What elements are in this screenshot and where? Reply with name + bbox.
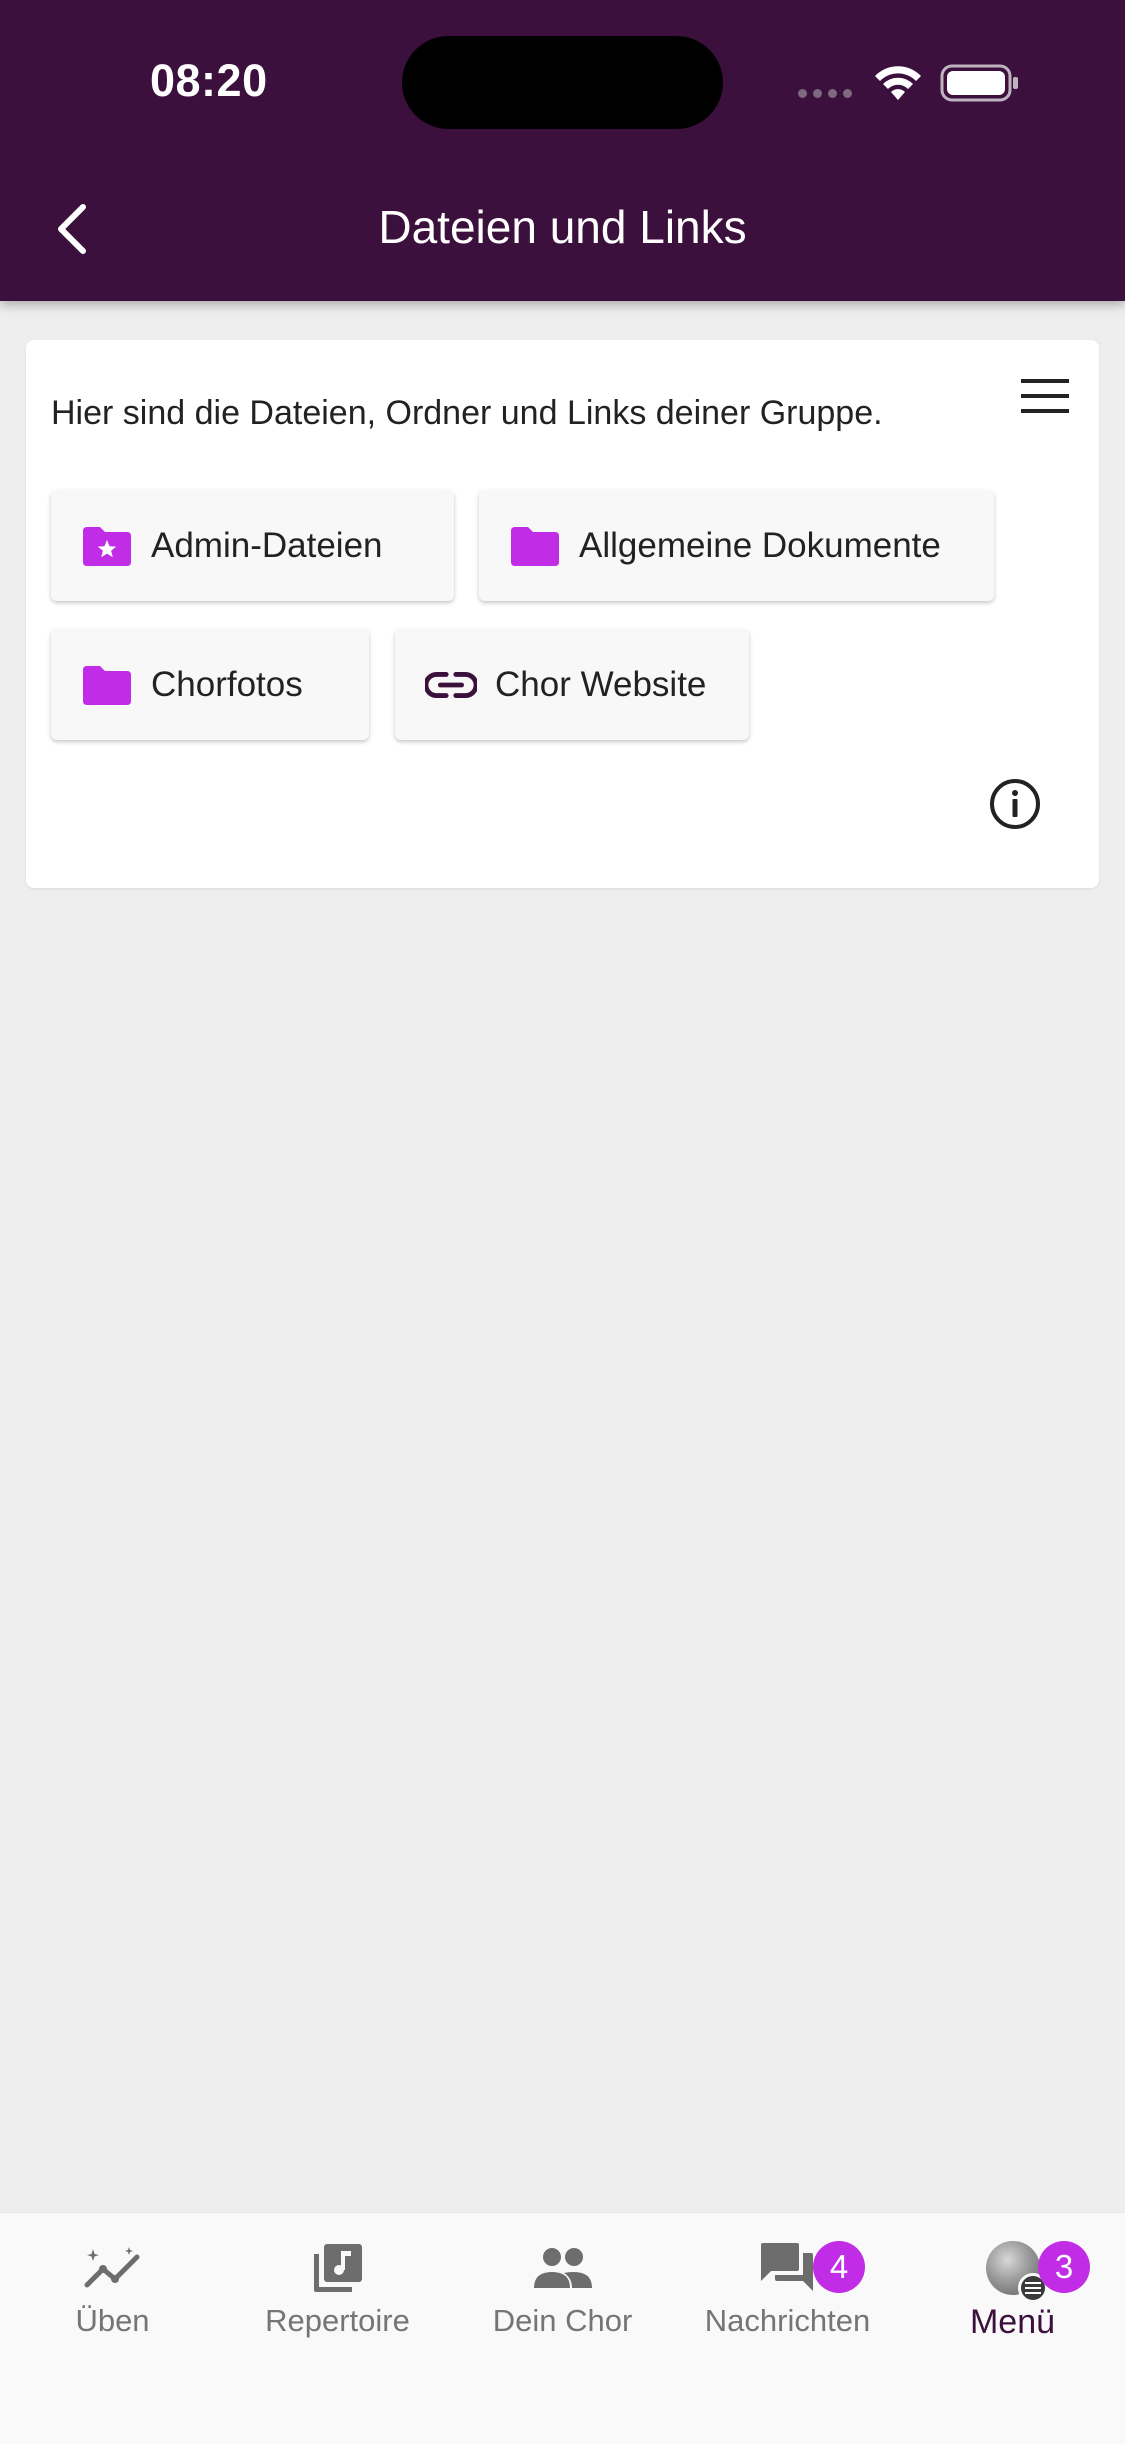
dynamic-island [402,36,723,129]
screen: 08:20 Dateien und Links Hier sind die Da… [0,0,1125,2444]
nav-label: Menü [969,2303,1056,2341]
page-title: Dateien und Links [378,201,747,253]
folder-chip-chorfotos[interactable]: Chorfotos [51,629,369,740]
nav-item-menue[interactable]: 3 Menü [900,2237,1125,2357]
notification-badge: 3 [1038,2241,1090,2293]
folder-chip-admin-dateien[interactable]: Admin-Dateien [51,490,454,601]
folder-icon [81,663,133,707]
link-chip-chor-website[interactable]: Chor Website [395,629,749,740]
app-header: 08:20 Dateien und Links [0,0,1125,301]
avatar [985,2241,1048,2303]
folder-chip-allgemeine-dokumente[interactable]: Allgemeine Dokumente [479,490,994,601]
chip-label: Allgemeine Dokumente [579,525,941,565]
folder-icon [509,524,561,568]
chip-label: Admin-Dateien [151,525,383,565]
bottom-nav: Üben Repertoire Dein Chor 4 Nachrichten … [0,2212,1125,2444]
files-card: Hier sind die Dateien, Ordner und Links … [26,340,1099,888]
nav-item-ueben[interactable]: Üben [0,2237,225,2357]
nav-label: Dein Chor [492,2303,633,2338]
intro-text: Hier sind die Dateien, Ordner und Links … [51,394,883,432]
nav-item-nachrichten[interactable]: 4 Nachrichten [675,2237,900,2357]
info-icon [990,779,1040,829]
chip-label: Chorfotos [151,664,303,704]
unread-badge: 4 [813,2241,865,2293]
menu-icon [1021,379,1069,413]
battery-icon [940,64,1018,102]
sort-menu-button[interactable] [1015,368,1075,424]
cellular-signal-icon [798,89,852,98]
nav-label: Üben [75,2303,150,2338]
chat-icon [760,2243,813,2291]
chip-label: Chor Website [495,664,707,704]
info-button[interactable] [983,772,1047,836]
starred-folder-icon [81,524,133,568]
music-library-icon [313,2244,362,2292]
link-icon [425,663,477,707]
nav-label: Nachrichten [704,2303,871,2338]
nav-label: Repertoire [265,2303,410,2338]
trending-chart-icon [84,2247,139,2288]
group-icon [533,2248,592,2288]
nav-item-repertoire[interactable]: Repertoire [225,2237,450,2357]
nav-item-dein-chor[interactable]: Dein Chor [450,2237,675,2357]
status-time: 08:20 [150,55,268,106]
wifi-icon [875,66,921,100]
